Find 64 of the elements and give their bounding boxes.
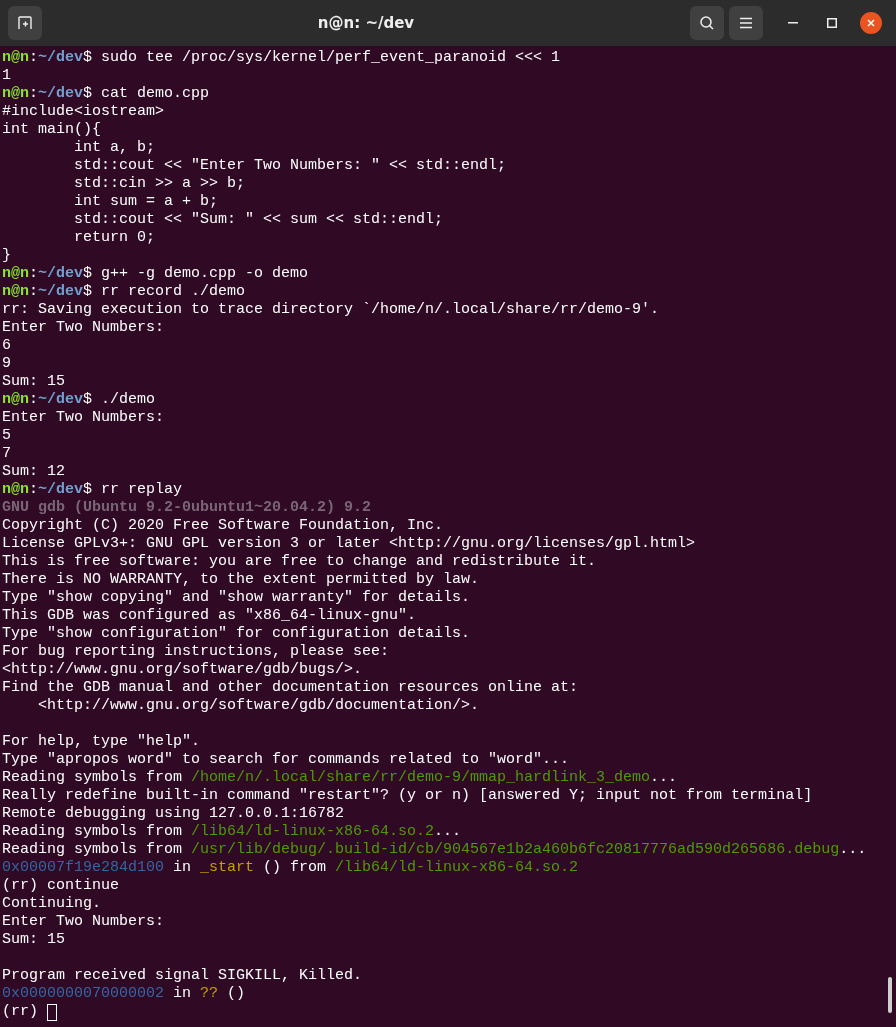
terminal-line: <http://www.gnu.org/software/gdb/bugs/>. [2,661,363,679]
terminal-line: n@n:~/dev$ rr record ./demo [2,283,246,301]
terminal-line: n@n:~/dev$ rr replay [2,481,183,499]
menu-button[interactable] [729,6,763,40]
terminal-line: Remote debugging using 127.0.0.1:16782 [2,805,345,823]
close-button[interactable] [860,12,882,34]
search-button[interactable] [690,6,724,40]
terminal-line: Reading symbols from /home/n/.local/share/rr/demo-9/mmap_hardlink_3_demo... [2,769,678,787]
terminal-line: 0x00007f19e284d100 in _start () from /lib64/ld-linux-x86-64.so.2 [2,859,579,877]
terminal-line: For bug reporting instructions, please see: [2,643,390,661]
terminal-line: Continuing. [2,895,102,913]
terminal-line: (rr) continue [2,877,120,895]
terminal-line: (rr) [2,1003,39,1021]
terminal-line: 0x0000000070000002 in ?? () [2,985,246,1003]
terminal-line: Really redefine built-in command "restart"? (y or n) [answered Y; input not from terminal] [2,787,813,805]
terminal-line: n@n:~/dev$ sudo tee /proc/sys/kernel/perf_event_paranoid <<< 1 [2,49,561,67]
terminal-line: 6 [2,337,11,355]
terminal-line: Sum: 12 [2,463,65,481]
terminal-line: n@n:~/dev$ ./demo [2,391,156,409]
terminal-line: int sum = a + b; [73,193,219,211]
terminal-line: } [2,247,11,265]
terminal-line: Type "show configuration" for configuration details. [2,625,471,643]
terminal-line: License GPLv3+: GNU GPL version 3 or later <http://gnu.org/licenses/gpl.html> [2,535,696,553]
new-tab-button[interactable] [8,6,42,40]
terminal-line: This GDB was configured as "x86_64-linux-gnu". [2,607,417,625]
terminal-line: std::cout << "Enter Two Numbers: " << std::endl; [73,157,507,175]
terminal-line: Find the GDB manual and other documentation resources online at: [2,679,579,697]
terminal-line: For help, type "help". [2,733,201,751]
terminal-line: 7 [2,445,11,463]
menu-icon [739,17,753,29]
terminal-line: std::cout << "Sum: " << sum << std::endl; [73,211,444,229]
terminal-line: Enter Two Numbers: [2,409,165,427]
terminal-line: Reading symbols from /usr/lib/debug/.build-id/cb/904567e1b2a460b6fc20817776ad590d265686.debug... [2,841,867,859]
terminal-line: Sum: 15 [2,373,65,391]
terminal-line: This is free software: you are free to change and redistribute it. [2,553,597,571]
terminal-line: #include<iostream> [2,103,165,121]
terminal-line: int main(){ [2,121,102,139]
terminal-line: Program received signal SIGKILL, Killed. [2,967,363,985]
new-tab-icon [17,15,33,31]
terminal-line: 5 [2,427,11,445]
window-title: n@n: ~/dev [317,12,415,34]
terminal-line: GNU gdb (Ubuntu 9.2-0ubuntu1~20.04.2) 9.2 [2,499,372,517]
terminal-line: Type "apropos word" to search for commands related to "word"... [2,751,570,769]
terminal-line: Type "show copying" and "show warranty" for details. [2,589,471,607]
scrollbar-thumb[interactable] [888,977,892,1013]
terminal-line: int a, b; [73,139,156,157]
maximize-icon [827,18,837,28]
terminal-line: 9 [2,355,11,373]
terminal-line: 1 [2,67,11,85]
terminal-line: Sum: 15 [2,931,65,949]
terminal-line: <http://www.gnu.org/software/gdb/documentation/>. [37,697,480,715]
terminal-line: Enter Two Numbers: [2,319,165,337]
terminal-line: Reading symbols from /lib64/ld-linux-x86-64.so.2... [2,823,462,841]
search-icon [699,15,715,31]
terminal-line: Enter Two Numbers: [2,913,165,931]
terminal-line: rr: Saving execution to trace directory `/home/n/.local/share/rr/demo-9'. [2,301,660,319]
close-icon [867,19,875,27]
terminal-line: n@n:~/dev$ cat demo.cpp [2,85,210,103]
minimize-icon [788,22,798,24]
terminal-line: return 0; [73,229,156,247]
terminal-line: Copyright (C) 2020 Free Software Foundation, Inc. [2,517,444,535]
terminal-line: There is NO WARRANTY, to the extent permitted by law. [2,571,480,589]
terminal-line: std::cin >> a >> b; [73,175,246,193]
terminal-line: n@n:~/dev$ g++ -g demo.cpp -o demo [2,265,309,283]
